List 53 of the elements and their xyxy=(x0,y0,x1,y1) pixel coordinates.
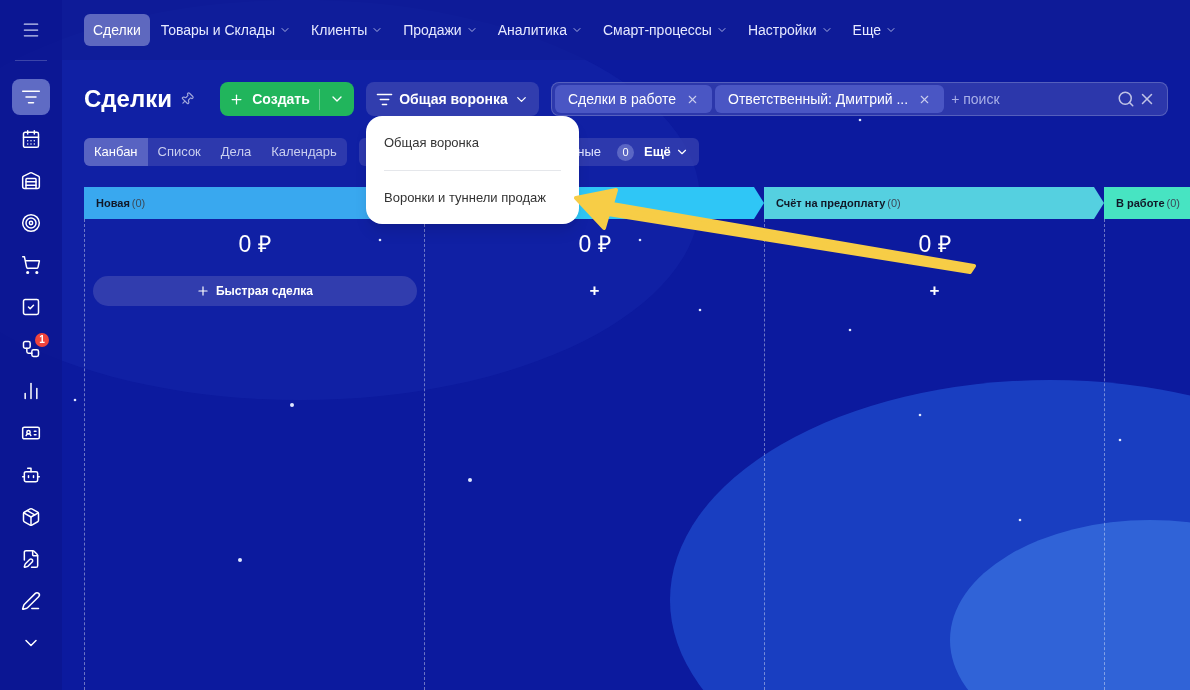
calendar-icon xyxy=(21,129,41,149)
nav-tab[interactable]: Еще xyxy=(843,14,907,46)
stage-sum: 0 ₽ xyxy=(578,230,611,259)
funnel-button[interactable]: Общая воронка xyxy=(366,82,539,116)
stage-count: (0) xyxy=(131,195,146,211)
nav-tab[interactable]: Смарт-процессы xyxy=(593,14,737,46)
search-icon xyxy=(1117,90,1135,108)
nav-tab[interactable]: Настройки xyxy=(738,14,842,46)
menu-item[interactable]: Воронки и туннели продаж xyxy=(384,170,561,224)
nav-tab[interactable]: Аналитика xyxy=(488,14,592,46)
sidebar-item[interactable]: 1 xyxy=(12,331,50,367)
stage-title: В работе xyxy=(1116,195,1165,211)
search-input[interactable]: + поиск xyxy=(947,88,1114,110)
add-button[interactable]: + xyxy=(929,275,940,306)
warehouse-icon xyxy=(21,171,41,191)
plus-icon xyxy=(196,283,210,298)
quick-deal-button[interactable]: Быстрая сделка xyxy=(92,275,417,306)
stage-title: Счёт на предоплату xyxy=(776,195,886,211)
robot-icon xyxy=(21,465,41,485)
counter-badge: 0 xyxy=(617,143,634,161)
nav-tab[interactable]: Продажи xyxy=(394,14,487,46)
menu-item[interactable]: Общая воронка xyxy=(384,116,561,170)
filter-tag[interactable]: Сделки в работе xyxy=(555,85,713,113)
nav-tab[interactable]: Клиенты xyxy=(302,14,393,46)
stage-sum: 0 ₽ xyxy=(238,230,271,259)
checkbox-icon xyxy=(21,297,41,317)
flow-icon xyxy=(21,339,41,359)
filter-tag[interactable]: Ответственный: Дмитрий ... xyxy=(715,85,945,113)
view-tab[interactable]: Канбан xyxy=(84,138,148,166)
funnel-icon xyxy=(21,87,41,107)
sidebar-item[interactable] xyxy=(12,79,50,115)
box-icon xyxy=(21,507,41,527)
cart-icon xyxy=(21,255,41,275)
document-edit-icon xyxy=(21,549,41,569)
pen-icon xyxy=(21,591,41,611)
notification-badge: 1 xyxy=(35,333,49,347)
filter-field[interactable]: Сделки в работе Ответственный: Дмитрий ... + поиск xyxy=(551,82,1168,116)
stage-count: (0) xyxy=(887,195,901,211)
view-tab[interactable]: Календарь xyxy=(261,138,347,166)
view-tab[interactable]: Список xyxy=(147,138,211,166)
more-button[interactable]: Ещё xyxy=(644,142,689,162)
add-button[interactable]: + xyxy=(589,275,600,306)
view-tab[interactable]: Дела xyxy=(210,138,262,166)
bar-chart-icon xyxy=(21,381,41,401)
stage-title: Новая xyxy=(96,195,130,211)
nav-tab[interactable]: Товары и Склады xyxy=(151,14,301,46)
plus-icon xyxy=(229,91,245,107)
nav-tab[interactable]: Сделки xyxy=(84,14,150,46)
stage-sum: 0 ₽ xyxy=(918,230,951,259)
target-icon xyxy=(21,213,41,233)
stage-count: (0) xyxy=(1166,195,1181,211)
page-title: Сделки xyxy=(84,84,172,114)
contact-card-icon xyxy=(21,423,41,443)
